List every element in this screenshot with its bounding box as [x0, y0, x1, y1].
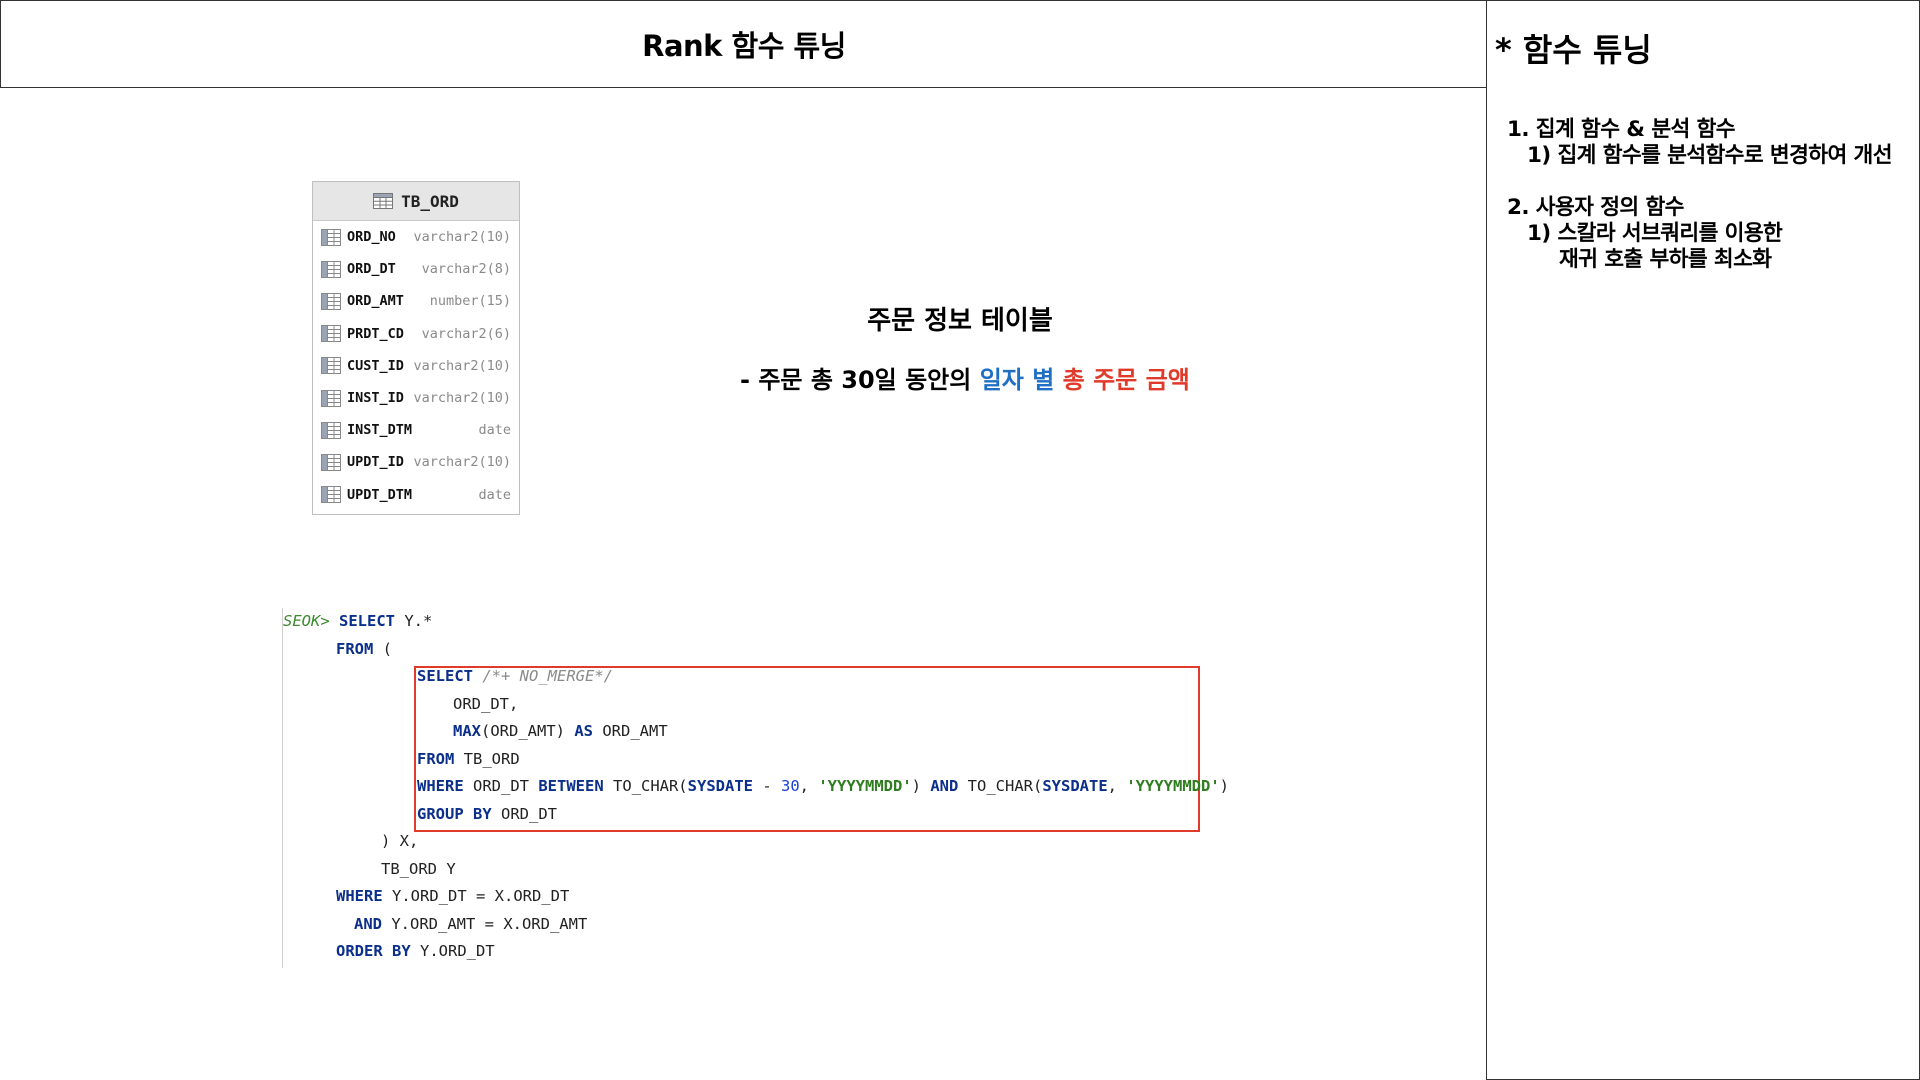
column-type: number(15): [429, 293, 511, 310]
column-name: INST_DTM: [347, 422, 413, 439]
column-icon: [321, 292, 341, 310]
table-schema-card: TB_ORD ORD_NO varchar2(10) ORD_DT varchar2(…: [312, 181, 520, 515]
table-column-row: CUST_ID varchar2(10): [313, 350, 519, 382]
note-heading: 2. 사용자 정의 함수: [1507, 195, 1684, 220]
code-line: ORD_DT,: [453, 694, 519, 713]
column-type: varchar2(10): [413, 357, 511, 374]
table-column-row: ORD_DT varchar2(8): [313, 253, 519, 285]
column-type: date: [478, 486, 511, 503]
table-column-row: UPDT_DTM date: [313, 479, 519, 511]
column-type: varchar2(10): [413, 454, 511, 471]
code-line: GROUP BY ORD_DT: [417, 804, 557, 823]
column-name: UPDT_DTM: [347, 486, 413, 503]
table-column-row: ORD_AMT number(15): [313, 285, 519, 317]
column-icon: [321, 486, 341, 504]
code-line: WHERE ORD_DT BETWEEN TO_CHAR(SYSDATE - 3…: [417, 777, 1229, 795]
column-icon: [321, 228, 341, 246]
column-icon: [321, 421, 341, 439]
column-name: CUST_ID: [347, 357, 404, 374]
notes-panel: * 함수 튜닝 1. 집계 함수 & 분석 함수 1) 집계 함수를 분석함수로…: [1486, 0, 1920, 1080]
caption-prefix: - 주문 총 30일 동안의: [740, 366, 980, 394]
table-column-row: UPDT_ID varchar2(10): [313, 446, 519, 478]
column-icon: [321, 357, 341, 375]
column-icon: [321, 260, 341, 278]
code-line: ) X,: [381, 832, 419, 850]
column-name: INST_ID: [347, 390, 404, 407]
note-item: 1) 스칼라 서브쿼리를 이용한: [1527, 221, 1783, 246]
panel-title: * 함수 튜닝: [1495, 31, 1652, 69]
note-section-2: 2. 사용자 정의 함수 1) 스칼라 서브쿼리를 이용한 재귀 호출 부하를 …: [1507, 195, 1892, 273]
table-column-row: INST_DTM date: [313, 414, 519, 446]
code-line: SEOK> SELECT Y.*: [283, 612, 433, 630]
table-column-row: INST_ID varchar2(10): [313, 382, 519, 414]
caption-highlight-blue: 일자 별: [979, 366, 1055, 394]
code-line: WHERE Y.ORD_DT = X.ORD_DT: [336, 887, 570, 905]
caption-title: 주문 정보 테이블: [867, 306, 1053, 336]
code-line: TB_ORD Y: [381, 859, 456, 878]
table-column-row: PRDT_CD varchar2(6): [313, 318, 519, 350]
column-icon: [321, 325, 341, 343]
note-item: 1) 집계 함수를 분석함수로 변경하여 개선: [1527, 143, 1893, 168]
table-icon: [373, 193, 394, 209]
table-column-row: ORD_NO varchar2(10): [313, 221, 519, 253]
column-name: UPDT_ID: [347, 454, 404, 471]
caption-highlight-red: 총 주문 금액: [1062, 366, 1190, 394]
column-icon: [321, 453, 341, 471]
column-name: ORD_NO: [347, 229, 396, 246]
column-type: varchar2(10): [413, 390, 511, 407]
notes-list: 1. 집계 함수 & 분석 함수 1) 집계 함수를 분석함수로 변경하여 개선…: [1507, 117, 1893, 299]
table-name: TB_ORD: [401, 191, 459, 211]
page-title: Rank 함수 튜닝: [0, 0, 1487, 88]
code-line: ORDER BY Y.ORD_DT: [336, 942, 495, 960]
column-name: PRDT_CD: [347, 325, 404, 342]
column-type: varchar2(10): [413, 229, 511, 246]
code-line: SELECT /*+ NO_MERGE*/: [417, 667, 613, 685]
code-line: AND Y.ORD_AMT = X.ORD_AMT: [354, 914, 588, 933]
column-list: ORD_NO varchar2(10) ORD_DT varchar2(8) ORD_A…: [313, 221, 519, 511]
column-type: varchar2(6): [421, 325, 511, 342]
table-header: TB_ORD: [313, 182, 519, 221]
code-line: FROM (: [336, 639, 392, 658]
note-item: 재귀 호출 부하를 최소화: [1559, 247, 1772, 272]
caption-subtitle: - 주문 총 30일 동안의 일자 별 총 주문 금액: [740, 360, 1190, 395]
sql-code-block: SEOK> SELECT Y.* FROM ( SELECT /*+ NO_ME…: [282, 608, 1283, 968]
column-name: ORD_AMT: [347, 293, 404, 310]
column-icon: [321, 389, 341, 407]
column-type: varchar2(8): [421, 261, 511, 278]
code-line: FROM TB_ORD: [417, 749, 520, 768]
note-section-1: 1. 집계 함수 & 분석 함수 1) 집계 함수를 분석함수로 변경하여 개선: [1507, 117, 1893, 169]
note-heading: 1. 집계 함수 & 분석 함수: [1507, 117, 1736, 142]
code-line: MAX(ORD_AMT) AS ORD_AMT: [453, 722, 668, 740]
column-type: date: [478, 422, 511, 439]
column-name: ORD_DT: [347, 261, 396, 278]
